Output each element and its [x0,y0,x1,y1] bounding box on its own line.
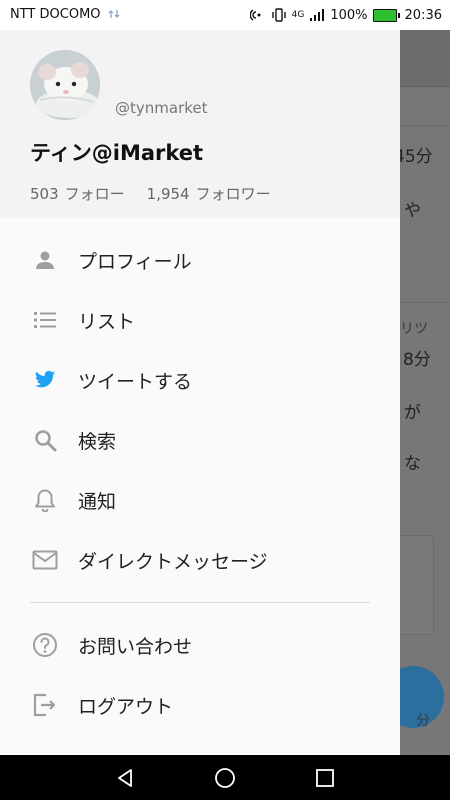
bg-text: リツ [400,321,428,337]
bg-text: な [404,454,421,474]
following-label[interactable]: フォロー [65,185,125,203]
network-type: 4G [291,9,305,20]
menu-label: 検索 [78,430,117,453]
back-triangle-icon [118,769,132,787]
bg-text: 8分 [403,350,431,370]
background-timeline: 45分 や リツ 8分 が な 分 [400,30,450,755]
drawer-header: @tynmarket ティン@iMarket 503 フォロー 1,954 フォロワー [0,30,400,218]
recents-button[interactable] [312,765,338,791]
user-handle: @tynmarket [115,99,208,117]
signal-icon [310,9,325,21]
nfc-icon [249,9,261,21]
person-icon [32,247,58,273]
menu-item-logout[interactable]: ログアウト [0,675,400,735]
data-transfer-icon [108,10,120,18]
bg-text: や [404,201,421,221]
battery-icon [372,8,400,22]
display-name: ティン@iMarket [30,141,204,165]
menu-item-lists[interactable]: リスト [0,290,400,350]
menu-label: プロフィール [78,250,192,273]
recents-square-icon [316,769,334,787]
menu-label: ツイートする [78,370,193,393]
menu-item-contact[interactable]: お問い合わせ [0,615,400,675]
followers-count[interactable]: 1,954 [147,185,190,203]
menu-label: お問い合わせ [78,635,193,658]
mail-icon [32,547,58,573]
search-icon [32,427,58,453]
home-circle-icon [215,768,235,788]
menu-item-direct-messages[interactable]: ダイレクトメッセージ [0,530,400,590]
home-button[interactable] [212,765,238,791]
back-button[interactable] [112,765,138,791]
menu-label: 通知 [78,490,117,513]
list-icon [32,307,58,333]
vibrate-icon [271,8,286,22]
battery-percent: 100% [330,7,368,23]
following-count[interactable]: 503 [30,185,59,203]
menu-item-notifications[interactable]: 通知 [0,470,400,530]
system-nav-bar [0,755,450,800]
status-icons: 4G 100% 20:36 [249,0,450,30]
follow-stats: 503 フォロー 1,954 フォロワー [30,183,277,204]
help-icon [32,632,58,658]
bg-card [400,535,434,635]
menu-item-search[interactable]: 検索 [0,410,400,470]
followers-label[interactable]: フォロワー [196,185,271,203]
menu-divider [30,602,370,603]
bg-text: 分 [416,713,430,729]
carrier-name: NTT DOCOMO [10,7,101,22]
rat-avatar-icon [30,50,100,120]
navigation-drawer: @tynmarket ティン@iMarket 503 フォロー 1,954 フォロワー… [0,30,400,755]
bg-text: が [404,403,421,423]
clock: 20:36 [404,7,442,23]
logout-icon [32,692,58,718]
menu-item-tweet[interactable]: ツイートする [0,350,400,410]
background-toolbar [400,30,450,87]
status-bar: NTT DOCOMO 4G 100% 20:36 [0,0,450,30]
bell-icon [32,487,58,513]
menu-label: リスト [78,310,136,333]
menu-label: ログアウト [78,695,174,718]
twitter-bird-icon [32,367,58,393]
bg-text: 45分 [400,147,433,167]
menu-label: ダイレクトメッセージ [78,550,268,573]
avatar[interactable] [30,50,100,120]
menu-item-profile[interactable]: プロフィール [0,230,400,290]
